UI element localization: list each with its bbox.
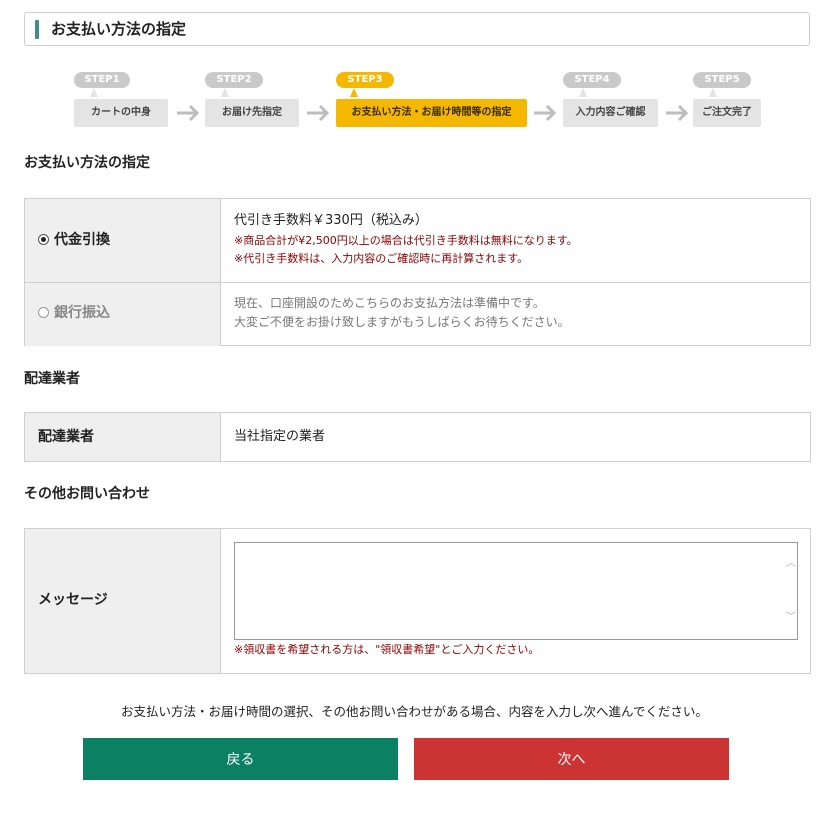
bank-text-1: 現在、口座開設のためこちらのお支払方法は準備中です。	[234, 296, 545, 310]
step-5-label: ご注文完了	[693, 99, 761, 127]
step-3-label: お支払い方法・お届け時間等の指定	[336, 99, 527, 127]
cod-note-1: ※商品合計が¥2,500円以上の場合は代引き手数料は無料になります。	[234, 234, 578, 247]
next-button[interactable]: 次へ	[414, 738, 729, 780]
payment-row-cod: 代金引換 代引き手数料￥330円（税込み） ※商品合計が¥2,500円以上の場合…	[25, 199, 810, 282]
receipt-note: ※領収書を希望される方は、"領収書希望"とご入力ください。	[234, 643, 540, 656]
cod-note-2: ※代引き手数料は、入力内容のご確認時に再計算されます。	[234, 252, 529, 265]
page-title-box: お支払い方法の指定	[24, 12, 810, 46]
scroll-down-icon[interactable]: ﹀	[785, 613, 797, 623]
delivery-table: 配達業者 当社指定の業者	[24, 412, 811, 462]
radio-cod[interactable]	[38, 234, 49, 245]
step-5-tag: STEP5	[693, 72, 751, 88]
step-1-label: カートの中身	[74, 99, 168, 127]
inquiry-row: メッセージ ︿ ﹀ ※領収書を希望される方は、"領収書希望"とご入力ください。	[25, 529, 810, 673]
cod-label[interactable]: 代金引換	[54, 232, 110, 248]
back-button[interactable]: 戻る	[83, 738, 398, 780]
cod-fee-text: 代引き手数料￥330円（税込み）	[234, 213, 428, 228]
payment-row-bank: 銀行振込 現在、口座開設のためこちらのお支払方法は準備中です。 大変ご不便をお掛…	[25, 282, 810, 346]
step-2-label: お届け先指定	[205, 99, 299, 127]
arrow-right-icon	[534, 104, 557, 122]
arrow-right-icon	[307, 104, 330, 122]
step-2-tag: STEP2	[205, 72, 263, 88]
instruction-text: お支払い方法・お届け時間の選択、その他お問い合わせがある場合、内容を入力し次へ進…	[121, 704, 708, 719]
inquiry-heading: その他お問い合わせ	[24, 486, 150, 502]
delivery-value: 当社指定の業者	[234, 429, 326, 444]
step-1-tag: STEP1	[74, 72, 130, 88]
delivery-label: 配達業者	[38, 429, 94, 445]
message-label: メッセージ	[38, 592, 108, 608]
delivery-row: 配達業者 当社指定の業者	[25, 413, 810, 461]
radio-bank[interactable]	[38, 307, 49, 318]
scroll-up-icon[interactable]: ︿	[785, 559, 797, 569]
payment-table: 代金引換 代引き手数料￥330円（税込み） ※商品合計が¥2,500円以上の場合…	[24, 198, 811, 346]
inquiry-table: メッセージ ︿ ﹀ ※領収書を希望される方は、"領収書希望"とご入力ください。	[24, 528, 811, 674]
step-4-label: 入力内容ご確認	[563, 99, 658, 127]
checkout-steps: STEP1 カートの中身 STEP2 お届け先指定 STEP3 お支払い方法・お…	[0, 72, 829, 132]
title-accent-bar	[35, 20, 39, 39]
message-textarea[interactable]	[234, 542, 798, 640]
arrow-right-icon	[177, 104, 200, 122]
payment-heading: お支払い方法の指定	[24, 155, 150, 171]
step-4-tag: STEP4	[563, 72, 621, 88]
page-title: お支払い方法の指定	[51, 20, 187, 38]
bank-label[interactable]: 銀行振込	[54, 305, 110, 321]
payment-option-cod[interactable]: 代金引換	[25, 199, 221, 282]
arrow-right-icon	[666, 104, 689, 122]
payment-option-bank[interactable]: 銀行振込	[25, 283, 221, 346]
step-3-tag: STEP3	[336, 72, 394, 88]
delivery-heading: 配達業者	[24, 371, 80, 387]
bank-text-2: 大変ご不便をお掛け致しますがもうしばらくお待ちください。	[234, 315, 570, 329]
